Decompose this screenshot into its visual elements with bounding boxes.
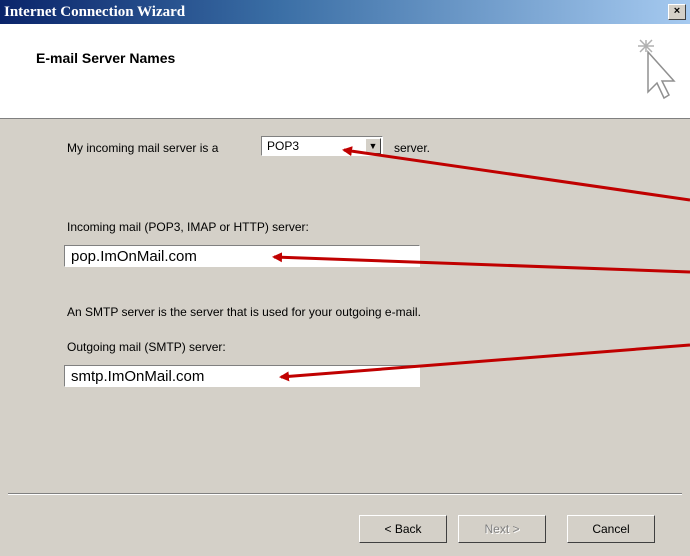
- annotation-arrows: [272, 146, 690, 382]
- arrow-to-outgoing-server: [279, 343, 690, 382]
- arrow-to-server-type: [342, 146, 690, 202]
- arrow-to-incoming-server: [272, 252, 690, 274]
